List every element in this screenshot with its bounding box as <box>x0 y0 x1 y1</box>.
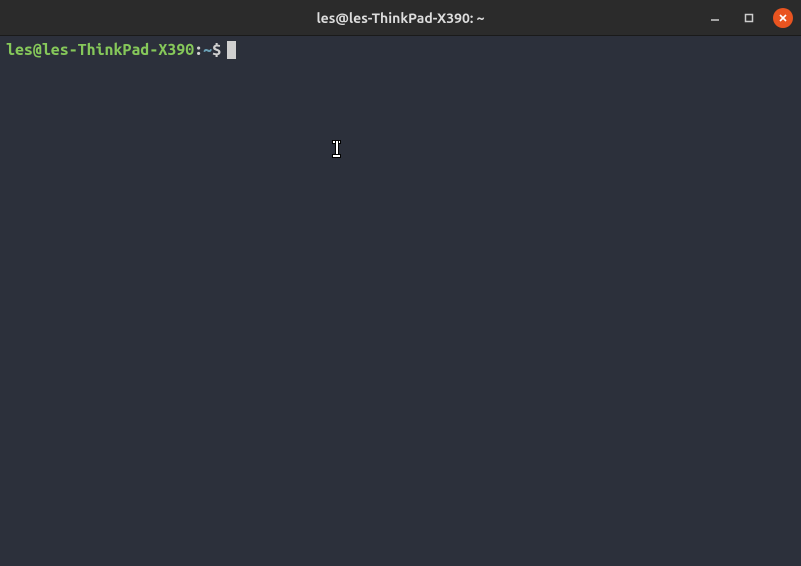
prompt-separator: : <box>194 40 203 60</box>
terminal-cursor <box>227 41 236 59</box>
ibeam-cursor-icon <box>333 141 340 157</box>
maximize-button[interactable] <box>739 8 759 28</box>
close-icon <box>778 13 788 23</box>
maximize-icon <box>744 13 754 23</box>
minimize-icon <box>710 13 720 23</box>
terminal-body[interactable]: les@les-ThinkPad-X390:~$ <box>0 36 801 566</box>
prompt-user-host: les@les-ThinkPad-X390 <box>6 40 194 60</box>
minimize-button[interactable] <box>705 8 725 28</box>
prompt-line: les@les-ThinkPad-X390:~$ <box>6 40 795 60</box>
titlebar[interactable]: les@les-ThinkPad-X390: ~ <box>0 0 801 36</box>
window-controls <box>705 8 793 28</box>
prompt-cwd: ~ <box>203 40 212 60</box>
close-button[interactable] <box>773 8 793 28</box>
prompt-symbol: $ <box>212 40 221 60</box>
window-title: les@les-ThinkPad-X390: ~ <box>316 10 484 26</box>
